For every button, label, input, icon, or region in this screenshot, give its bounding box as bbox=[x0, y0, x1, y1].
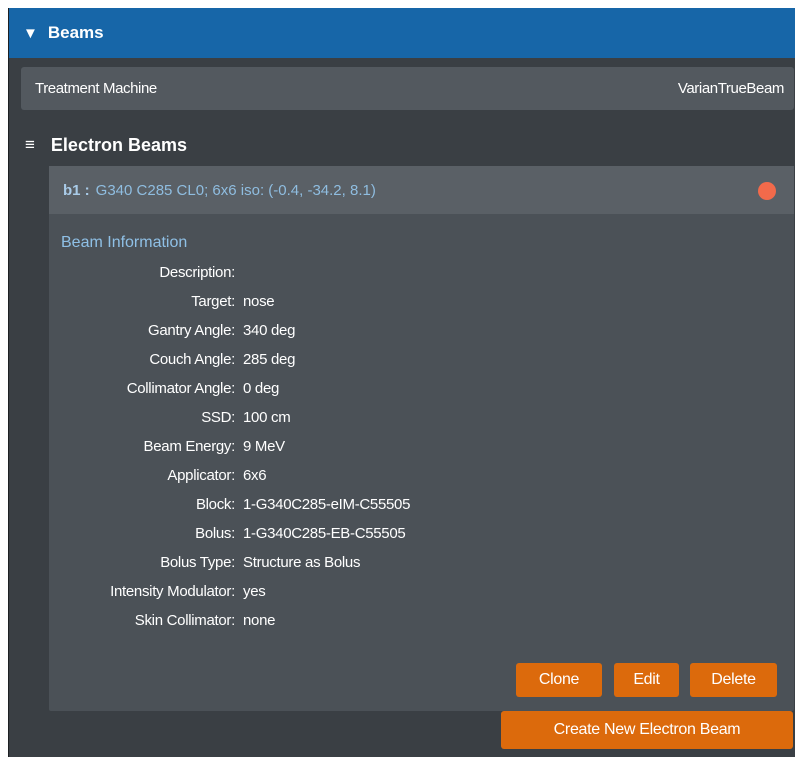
field-applicator: Applicator: 6x6 bbox=[49, 461, 649, 490]
field-value: none bbox=[243, 612, 276, 629]
field-label: Target: bbox=[191, 293, 235, 310]
beam-information-table: Description: Target: nose Gantry Angle: 34… bbox=[49, 258, 649, 635]
field-value: 0 deg bbox=[243, 380, 280, 397]
field-label: SSD: bbox=[201, 409, 235, 426]
beams-title: Beams bbox=[47, 23, 104, 42]
electron-beams-title: Electron Beams bbox=[50, 134, 187, 155]
treatment-machine-row: Treatment Machine VarianTrueBeam bbox=[21, 67, 794, 110]
triangle-down-icon[interactable]: ▼ bbox=[23, 25, 38, 42]
field-collimator-angle: Collimator Angle: 0 deg bbox=[49, 374, 649, 403]
field-value: 9 MeV bbox=[243, 438, 285, 455]
field-description: Description: bbox=[49, 258, 649, 287]
field-label: Block: bbox=[195, 496, 235, 513]
field-label: Bolus: bbox=[195, 525, 235, 542]
field-value: 1-G340C285-eIM-C55505 bbox=[243, 496, 411, 513]
field-label: Intensity Modulator: bbox=[110, 583, 235, 600]
treatment-machine-value: VarianTrueBeam bbox=[677, 80, 785, 97]
electron-beams-section-header: ≡ Electron Beams bbox=[25, 130, 187, 160]
clone-button[interactable]: Clone bbox=[516, 663, 602, 697]
field-beam-energy: Beam Energy: 9 MeV bbox=[49, 432, 649, 461]
field-label: Collimator Angle: bbox=[126, 380, 236, 397]
beam-id: b1 : bbox=[63, 181, 90, 199]
beam-summary: G340 C285 CL0; 6x6 iso: (-0.4, -34.2, 8.… bbox=[95, 181, 376, 199]
field-ssd: SSD: 100 cm bbox=[49, 403, 649, 432]
field-label: Bolus Type: bbox=[160, 554, 235, 571]
field-target: Target: nose bbox=[49, 287, 649, 316]
field-label: Couch Angle: bbox=[149, 351, 235, 368]
beam-card: b1 : G340 C285 CL0; 6x6 iso: (-0.4, -34.… bbox=[49, 166, 794, 711]
field-value: 100 cm bbox=[243, 409, 291, 426]
status-dot-icon bbox=[758, 182, 776, 200]
field-label: Description: bbox=[159, 264, 235, 281]
field-label: Skin Collimator: bbox=[134, 612, 236, 629]
beams-panel: ▼ Beams Treatment Machine VarianTrueBeam… bbox=[8, 8, 795, 757]
field-bolus: Bolus: 1-G340C285-EB-C55505 bbox=[49, 519, 649, 548]
edit-button[interactable]: Edit bbox=[614, 663, 679, 697]
field-bolus-type: Bolus Type: Structure as Bolus bbox=[49, 548, 649, 577]
hamburger-icon[interactable]: ≡ bbox=[25, 135, 35, 155]
field-value: 6x6 bbox=[243, 467, 267, 484]
field-value: 285 deg bbox=[243, 351, 296, 368]
beams-header[interactable]: ▼ Beams bbox=[9, 8, 795, 58]
create-new-electron-beam-button[interactable]: Create New Electron Beam bbox=[501, 711, 793, 749]
field-block: Block: 1-G340C285-eIM-C55505 bbox=[49, 490, 649, 519]
beam-information-title: Beam Information bbox=[61, 234, 188, 251]
field-skin-collimator: Skin Collimator: none bbox=[49, 606, 649, 635]
field-value: yes bbox=[243, 583, 266, 600]
field-value: 1-G340C285-EB-C55505 bbox=[243, 525, 406, 542]
delete-button[interactable]: Delete bbox=[690, 663, 777, 697]
field-value: Structure as Bolus bbox=[243, 554, 361, 571]
field-value: nose bbox=[243, 293, 275, 310]
field-label: Beam Energy: bbox=[143, 438, 236, 455]
field-couch-angle: Couch Angle: 285 deg bbox=[49, 345, 649, 374]
beam-card-header[interactable]: b1 : G340 C285 CL0; 6x6 iso: (-0.4, -34.… bbox=[49, 166, 794, 214]
field-label: Applicator: bbox=[167, 467, 235, 484]
field-intensity-modulator: Intensity Modulator: yes bbox=[49, 577, 649, 606]
field-value: 340 deg bbox=[243, 322, 296, 339]
field-label: Gantry Angle: bbox=[148, 322, 235, 339]
treatment-machine-label: Treatment Machine bbox=[35, 80, 157, 97]
field-gantry-angle: Gantry Angle: 340 deg bbox=[49, 316, 649, 345]
